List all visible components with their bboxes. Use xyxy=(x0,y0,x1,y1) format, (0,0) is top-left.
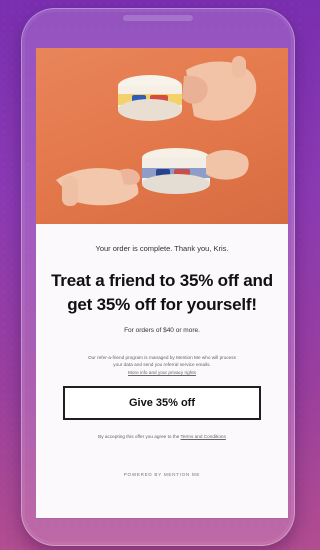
minimum-order-note: For orders of $40 or more. xyxy=(124,327,200,334)
product-tin-icon xyxy=(118,75,182,121)
referral-headline: Treat a friend to 35% off and get 35% of… xyxy=(51,271,273,314)
privacy-info-link[interactable]: More info and your privacy rights xyxy=(128,369,196,376)
product-tin-icon xyxy=(142,148,210,194)
order-complete-message: Your order is complete. Thank you, Kris. xyxy=(95,244,229,253)
give-discount-button[interactable]: Give 35% off xyxy=(63,386,261,420)
hand-icon xyxy=(206,150,249,180)
hand-icon xyxy=(182,56,257,121)
privacy-notice-text: Our refer-a-friend program is managed by… xyxy=(88,355,236,367)
terms-link[interactable]: Terms and Conditions xyxy=(181,434,226,439)
modal-content: Your order is complete. Thank you, Kris.… xyxy=(36,224,288,477)
terms-notice: By accepting this offer you agree to the… xyxy=(50,434,274,439)
terms-prefix: By accepting this offer you agree to the xyxy=(98,434,180,439)
hero-illustration xyxy=(56,56,257,206)
privacy-notice: Our refer-a-friend program is managed by… xyxy=(86,354,238,376)
phone-notch xyxy=(123,15,193,21)
powered-by-label: POWERED BY MENTION ME xyxy=(123,472,201,477)
hand-icon xyxy=(56,168,140,206)
hero-image xyxy=(36,48,288,224)
referral-modal: Your order is complete. Thank you, Kris.… xyxy=(36,48,288,518)
